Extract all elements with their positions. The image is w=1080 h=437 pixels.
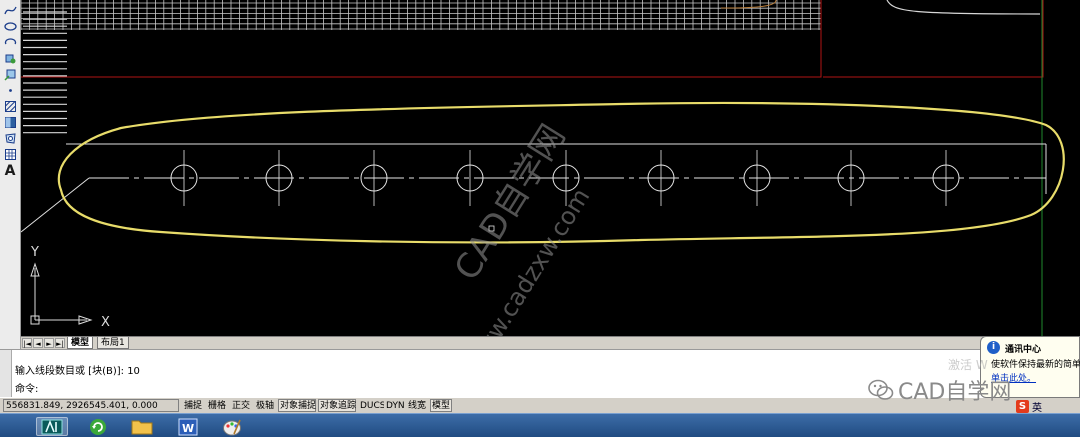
command-history-line: 输入线段数目或 [块(B)]: 10 xyxy=(15,366,140,377)
folder-icon[interactable] xyxy=(126,417,158,436)
notification-title: 通讯中心 xyxy=(1005,345,1042,355)
tab-nav-next[interactable]: ► xyxy=(44,338,54,348)
status-toggle-6[interactable]: DUCS xyxy=(358,399,386,412)
command-prompt[interactable]: 命令: xyxy=(15,380,38,395)
tab-layout1[interactable]: 布局1 xyxy=(97,337,129,349)
tab-nav-last[interactable]: ►| xyxy=(55,338,65,348)
diagonal-line xyxy=(21,177,90,233)
ime-indicator[interactable]: S 英 xyxy=(1016,398,1056,414)
hatch-icon[interactable] xyxy=(2,99,18,114)
paint-icon[interactable] xyxy=(216,417,248,436)
status-toggle-1[interactable]: 栅格 xyxy=(206,399,228,412)
coordinate-readout[interactable]: 556831.849, 2926545.401, 0.000 xyxy=(3,399,179,412)
status-toggle-4[interactable]: 对象捕捉 xyxy=(278,399,316,412)
word-icon[interactable]: W xyxy=(172,417,204,436)
spline-icon[interactable] xyxy=(2,3,18,18)
layout-tab-bar: |◄ ◄ ► ►| 模型 布局1 xyxy=(21,336,1080,349)
status-toggle-2[interactable]: 正交 xyxy=(230,399,252,412)
ime-language: 英 xyxy=(1032,402,1042,414)
hatch-stripes xyxy=(23,11,67,134)
insert-block-icon[interactable] xyxy=(2,51,18,66)
status-toggle-7[interactable]: DYN xyxy=(384,399,405,412)
command-scrollbar[interactable] xyxy=(0,350,12,398)
info-icon: i xyxy=(987,341,1000,354)
region-icon[interactable] xyxy=(2,131,18,146)
watermark-logo-text: CAD自学网 xyxy=(898,380,1012,405)
gradient-icon[interactable] xyxy=(2,115,18,130)
orange-curve xyxy=(720,0,777,9)
svg-text:W: W xyxy=(182,422,194,435)
point-icon[interactable] xyxy=(2,83,18,98)
status-toggle-9[interactable]: 模型 xyxy=(430,399,452,412)
tab-model[interactable]: 模型 xyxy=(67,337,94,349)
notification-body: 使软件保持最新的简单方 xyxy=(991,360,1080,370)
ucs-icon xyxy=(30,262,93,325)
status-toggle-8[interactable]: 线宽 xyxy=(406,399,428,412)
status-toggle-3[interactable]: 极轴 xyxy=(254,399,276,412)
draw-toolbar: A xyxy=(0,0,21,356)
arc-curve xyxy=(886,0,1041,15)
autocad-icon[interactable] xyxy=(36,417,68,436)
sogou-icon: S xyxy=(1016,399,1029,413)
watermark-logo: CAD自学网 xyxy=(868,377,1012,405)
multiline-text-icon[interactable]: A xyxy=(2,163,18,178)
tab-nav-prev[interactable]: ◄ xyxy=(33,338,43,348)
activation-watermark: 激活 W xyxy=(948,358,988,372)
make-block-icon[interactable] xyxy=(2,67,18,82)
windows-taskbar: W xyxy=(0,413,1080,437)
table-icon[interactable] xyxy=(2,147,18,162)
status-toggle-0[interactable]: 捕捉 xyxy=(182,399,204,412)
ucs-x-label: X xyxy=(101,315,110,330)
refresh-icon[interactable] xyxy=(82,417,114,436)
status-toggle-5[interactable]: 对象追踪 xyxy=(318,399,356,412)
ellipse-icon[interactable] xyxy=(2,19,18,34)
wechat-icon xyxy=(868,379,894,400)
autocad-window: A Y X CAD自学网 www.cadzxw.com |◄ ◄ ► ►| 模型… xyxy=(0,0,1080,437)
red-boundary-line-right xyxy=(823,0,1044,78)
tab-nav-first[interactable]: |◄ xyxy=(22,338,32,348)
ucs-y-label: Y xyxy=(30,245,39,260)
drawing-grid-block xyxy=(21,0,821,30)
ellipse-arc-icon[interactable] xyxy=(2,35,18,50)
